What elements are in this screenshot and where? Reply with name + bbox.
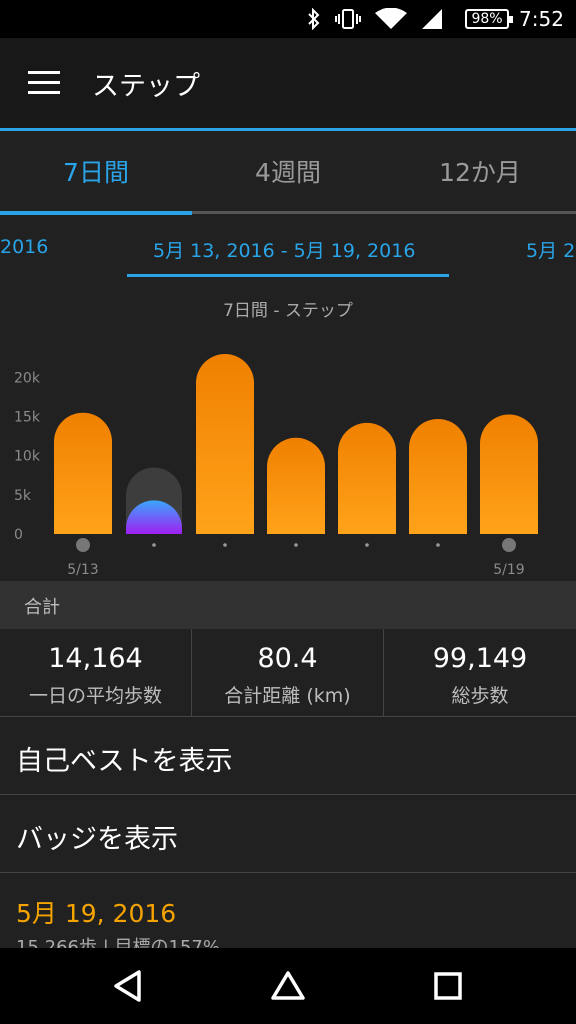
show-personal-best-row[interactable]: 自己ベストを表示: [0, 717, 576, 795]
page-title: ステップ: [92, 71, 200, 102]
back-icon[interactable]: [108, 966, 148, 1006]
steps-bar-chart: 0 5k 10k 15k 20k 5/13 5/19: [14, 354, 538, 578]
x-marker: [152, 543, 156, 547]
stat-label: 総歩数: [451, 685, 509, 707]
show-badges-row[interactable]: バッジを表示: [0, 795, 576, 873]
stat-label: 合計距離 (km): [224, 685, 351, 707]
wifi-icon: [375, 8, 407, 29]
x-marker: [76, 538, 90, 552]
period-tabs: 7日間 4週間 12か月: [0, 131, 576, 215]
stat-value: 14,164: [48, 643, 143, 674]
chart-bar: [409, 418, 467, 534]
next-range[interactable]: 5月 2: [526, 236, 575, 263]
tab-7-days[interactable]: 7日間: [0, 131, 192, 215]
home-icon[interactable]: [268, 966, 308, 1006]
prev-range[interactable]: 2016: [0, 236, 48, 258]
show-badges-label: バッジを表示: [16, 824, 178, 855]
chart-bar: [267, 437, 325, 534]
summary-header: 合計: [0, 581, 576, 629]
battery-icon: 98%: [465, 9, 513, 29]
summary-stats: 14,164 一日の平均歩数 80.4 合計距離 (km) 99,149 総歩数: [0, 629, 576, 717]
app-bar: ステップ: [0, 38, 576, 128]
current-range: 5月 13, 2016 - 5月 19, 2016: [153, 240, 416, 262]
y-tick-label: 20k: [14, 370, 41, 386]
stat-total-steps: 99,149 総歩数: [384, 629, 576, 717]
clock: 7:52: [519, 7, 564, 31]
tab-12-months[interactable]: 12か月: [384, 131, 576, 215]
bluetooth-icon: [308, 8, 320, 30]
day-entry-date: 5月 19, 2016: [16, 899, 177, 928]
y-tick-label: 10k: [14, 449, 41, 465]
hamburger-menu-icon[interactable]: [28, 71, 60, 95]
chart-bar: [54, 412, 112, 534]
stat-value: 99,149: [432, 643, 528, 674]
active-tab-indicator: [0, 211, 192, 215]
stat-label: 一日の平均歩数: [28, 685, 162, 707]
x-tick-label: 5/19: [493, 562, 524, 578]
x-marker: [502, 538, 516, 552]
chart-bar: [480, 414, 538, 534]
x-marker: [436, 543, 440, 547]
y-tick-label: 15k: [14, 410, 41, 426]
signal-icon: [422, 9, 442, 29]
summary-header-label: 合計: [24, 597, 60, 618]
chart-bar: [196, 354, 254, 534]
x-marker: [294, 543, 298, 547]
status-bar: 98% 7:52: [0, 0, 576, 38]
stat-total-distance: 80.4 合計距離 (km): [192, 629, 384, 717]
stat-daily-average: 14,164 一日の平均歩数: [0, 629, 192, 717]
y-tick-label: 5k: [14, 488, 32, 504]
x-marker: [365, 543, 369, 547]
x-tick-label: 5/13: [67, 562, 98, 578]
vibrate-icon: [335, 9, 361, 29]
stat-value: 80.4: [257, 643, 318, 674]
show-personal-best-label: 自己ベストを表示: [16, 746, 233, 777]
battery-level: 98%: [471, 11, 503, 27]
recents-icon[interactable]: [428, 966, 468, 1006]
chart-bar: [338, 422, 396, 534]
chart-title: 7日間 - ステップ: [223, 301, 353, 321]
y-tick-label: 0: [14, 527, 23, 543]
tab-4-weeks[interactable]: 4週間: [192, 131, 384, 215]
x-marker: [223, 543, 227, 547]
range-indicator: [127, 274, 449, 277]
navigation-bar: [0, 948, 576, 1024]
